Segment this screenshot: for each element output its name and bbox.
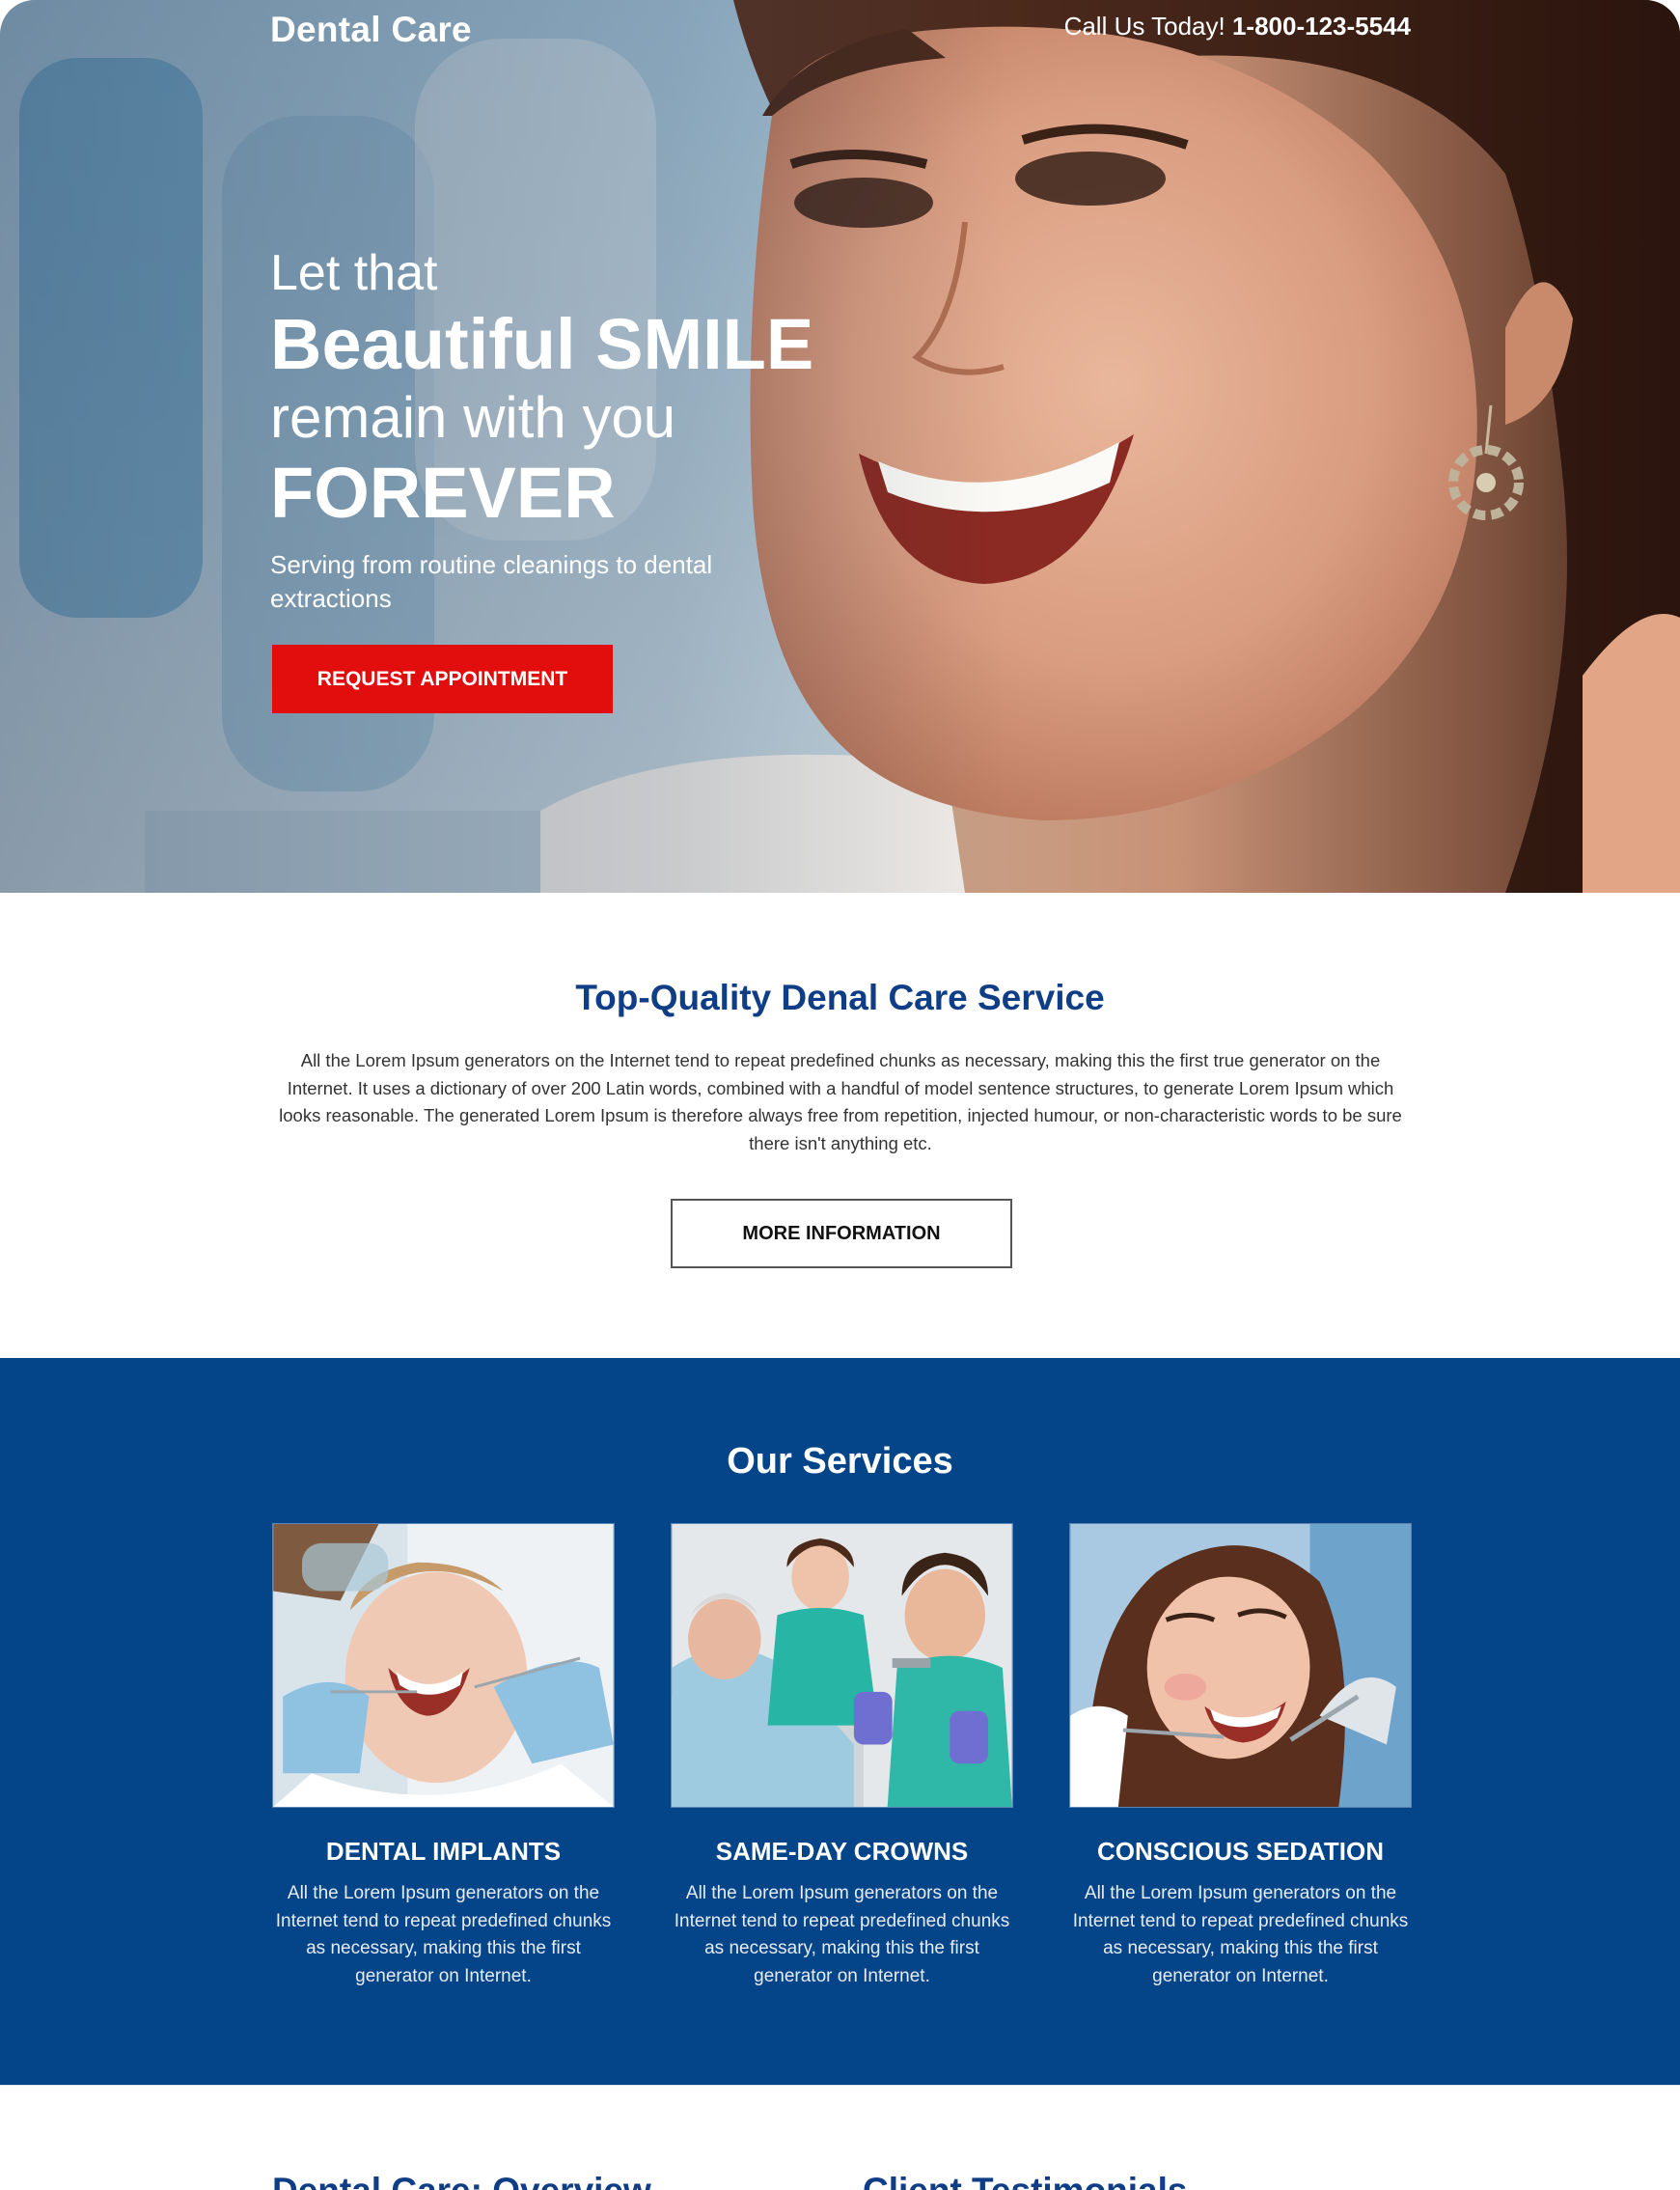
- landing-page: Dental Care Call Us Today! 1-800-123-554…: [0, 0, 1680, 2190]
- hero-overlay: [0, 0, 1680, 893]
- hero-line-4: FOREVER: [270, 453, 616, 533]
- testimonials-title: Client Testimonials: [863, 2171, 1188, 2190]
- about-title: Top-Quality Denal Care Service: [575, 978, 1105, 1017]
- service-title-sedation: Conscious Sedation: [1096, 1837, 1385, 1866]
- hero-line-1: Let that: [270, 245, 438, 301]
- phone-number[interactable]: 1-800-123-5544: [1232, 12, 1411, 41]
- call-us-label: Call Us Today!: [1063, 12, 1226, 41]
- service-title-crowns: Same-Day Crowns: [715, 1837, 969, 1866]
- brand-logo[interactable]: Dental Care: [270, 10, 472, 50]
- request-appointment-button[interactable]: Request Appointment: [272, 645, 613, 713]
- service-card-implants: Dental Implants All the Lorem Ipsum gene…: [272, 1523, 615, 1990]
- hero-subtitle: Serving from routine cleanings to dental…: [270, 550, 713, 613]
- service-image-implants[interactable]: [272, 1523, 615, 1808]
- service-text-sedation: All the Lorem Ipsum generators on the In…: [1072, 1883, 1409, 1986]
- services-section: Our Services Dental Implants All the Lor…: [0, 1358, 1680, 2085]
- service-text-crowns: All the Lorem Ipsum generators on the In…: [674, 1883, 1010, 1986]
- bottom-section: Dental Care: Overview Client Testimonial…: [0, 2085, 1680, 2190]
- more-information-button[interactable]: More Information: [671, 1199, 1012, 1268]
- overview-title: Dental Care: Overview: [272, 2171, 651, 2190]
- about-body: All the Lorem Ipsum generators on the In…: [279, 1050, 1402, 1153]
- service-card-sedation: Conscious Sedation All the Lorem Ipsum g…: [1069, 1523, 1412, 1990]
- service-title-implants: Dental Implants: [325, 1837, 562, 1866]
- services-title: Our Services: [727, 1441, 953, 1482]
- hero-headline: Let that Beautiful SMILE remain with you…: [270, 241, 813, 535]
- call-us: Call Us Today! 1-800-123-5544: [1064, 12, 1411, 42]
- service-text-implants: All the Lorem Ipsum generators on the In…: [275, 1883, 612, 1986]
- about-section: Top-Quality Denal Care Service All the L…: [0, 893, 1680, 1358]
- hero-line-2: Beautiful SMILE: [270, 304, 814, 384]
- service-image-crowns[interactable]: [671, 1523, 1013, 1808]
- service-image-sedation[interactable]: [1069, 1523, 1412, 1808]
- hero-section: Dental Care Call Us Today! 1-800-123-554…: [0, 0, 1680, 893]
- hero-line-3: remain with you: [270, 385, 676, 450]
- service-card-crowns: Same-Day Crowns All the Lorem Ipsum gene…: [671, 1523, 1013, 1990]
